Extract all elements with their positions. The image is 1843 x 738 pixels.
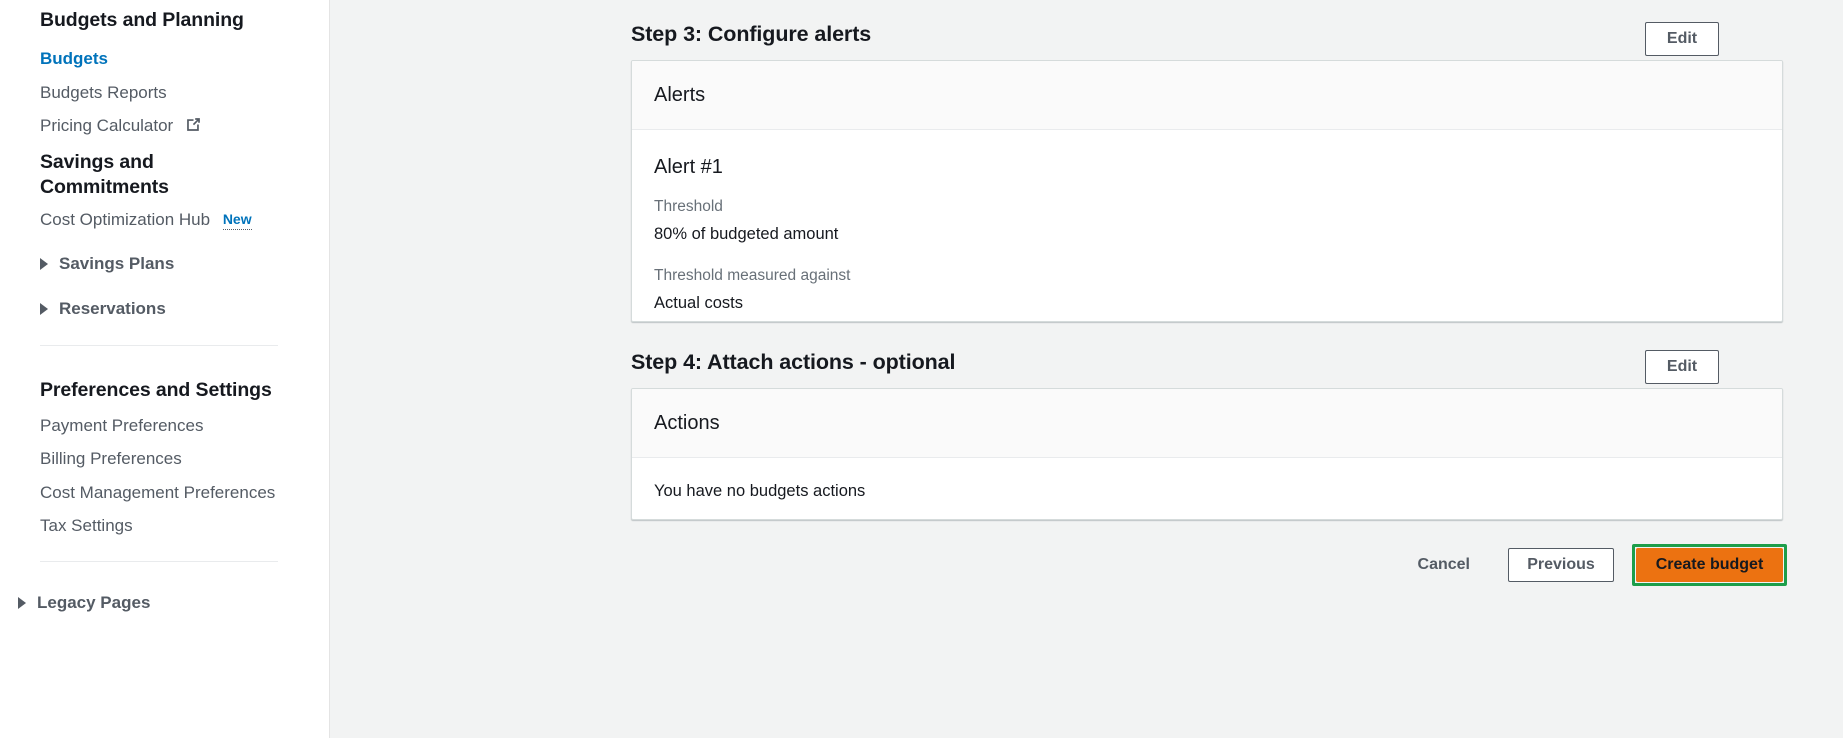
sidebar-item-label: Payment Preferences (40, 416, 204, 435)
alerts-card: Alerts Alert #1 Threshold 80% of budgete… (631, 60, 1783, 322)
cancel-button[interactable]: Cancel (1418, 548, 1470, 582)
sidebar-item-budgets[interactable]: Budgets (0, 48, 330, 70)
actions-card-body: You have no budgets actions (632, 458, 1782, 502)
create-budget-wrapper: Create budget (1632, 544, 1787, 586)
step-3-title: Step 3: Configure alerts (631, 22, 872, 46)
step-3-edit-button[interactable]: Edit (1645, 22, 1719, 56)
sidebar-item-billing-preferences[interactable]: Billing Preferences (0, 448, 330, 470)
alerts-card-title: Alerts (654, 84, 706, 106)
previous-button[interactable]: Previous (1508, 548, 1614, 582)
sidebar-expandable-label: Legacy Pages (37, 593, 151, 612)
sidebar-expandable-legacy-pages[interactable]: Legacy Pages (0, 592, 330, 614)
chevron-right-icon (40, 303, 48, 316)
sidebar-expandable-label: Reservations (59, 299, 166, 318)
sidebar-heading-savings-and-commitments: Savings and Commitments (40, 151, 169, 199)
alerts-card-body: Alert #1 Threshold 80% of budgeted amoun… (632, 130, 1782, 314)
step-4-title: Step 4: Attach actions - optional (631, 350, 956, 374)
alert-name: Alert #1 (654, 156, 723, 178)
actions-empty-message: You have no budgets actions (654, 482, 866, 500)
step-3-header: Step 3: Configure alerts (631, 22, 1783, 48)
step-4-edit-button[interactable]: Edit (1645, 350, 1719, 384)
step-4-header: Step 4: Attach actions - optional (631, 350, 1783, 376)
sidebar-navigation: Budgets and Planning Budgets Budgets Rep… (0, 0, 330, 738)
chevron-right-icon (18, 597, 26, 610)
sidebar-item-label: Pricing Calculator (40, 116, 174, 135)
billing-console-page: Budgets and Planning Budgets Budgets Rep… (0, 0, 1843, 738)
threshold-value: 80% of budgeted amount (654, 225, 839, 244)
threshold-measured-against-value: Actual costs (654, 293, 743, 312)
sidebar-expandable-reservations[interactable]: Reservations (0, 298, 330, 320)
sidebar-divider (40, 345, 278, 346)
sidebar-item-label: Budgets Reports (40, 83, 167, 102)
chevron-right-icon (40, 258, 48, 271)
alerts-card-header: Alerts (632, 61, 1782, 130)
actions-card-header: Actions (632, 389, 1782, 458)
sidebar-item-label: Billing Preferences (40, 449, 182, 468)
sidebar-item-tax-settings[interactable]: Tax Settings (0, 515, 330, 537)
sidebar-item-cost-optimization-hub[interactable]: Cost Optimization Hub New (0, 209, 330, 231)
sidebar-expandable-label: Savings Plans (59, 254, 175, 273)
sidebar-heading-budgets-and-planning: Budgets and Planning (40, 9, 244, 31)
sidebar-item-payment-preferences[interactable]: Payment Preferences (0, 415, 330, 437)
sidebar-expandable-savings-plans[interactable]: Savings Plans (0, 253, 330, 275)
sidebar-item-budgets-reports[interactable]: Budgets Reports (0, 82, 330, 104)
sidebar-item-label: Cost Optimization Hub (40, 210, 211, 229)
sidebar-item-label: Cost Management Preferences (40, 483, 276, 502)
sidebar-item-cost-management-preferences[interactable]: Cost Management Preferences (0, 482, 330, 504)
actions-card: Actions You have no budgets actions (631, 388, 1783, 520)
sidebar-item-label: Tax Settings (40, 516, 133, 535)
create-budget-button[interactable]: Create budget (1636, 548, 1783, 582)
main-content-area: Step 3: Configure alerts Edit Alerts Ale… (330, 0, 1843, 738)
sidebar-heading-preferences-and-settings: Preferences and Settings (40, 379, 272, 401)
new-badge: New (222, 211, 252, 231)
external-link-icon (185, 116, 202, 139)
sidebar-item-label: Budgets (40, 49, 108, 68)
threshold-measured-against-label: Threshold measured against (654, 266, 851, 284)
actions-card-title: Actions (654, 412, 720, 434)
sidebar-divider (40, 561, 278, 562)
wizard-footer-actions: Cancel Previous Create budget (631, 544, 1787, 586)
threshold-label: Threshold (654, 198, 723, 215)
sidebar-item-pricing-calculator[interactable]: Pricing Calculator (0, 115, 330, 139)
